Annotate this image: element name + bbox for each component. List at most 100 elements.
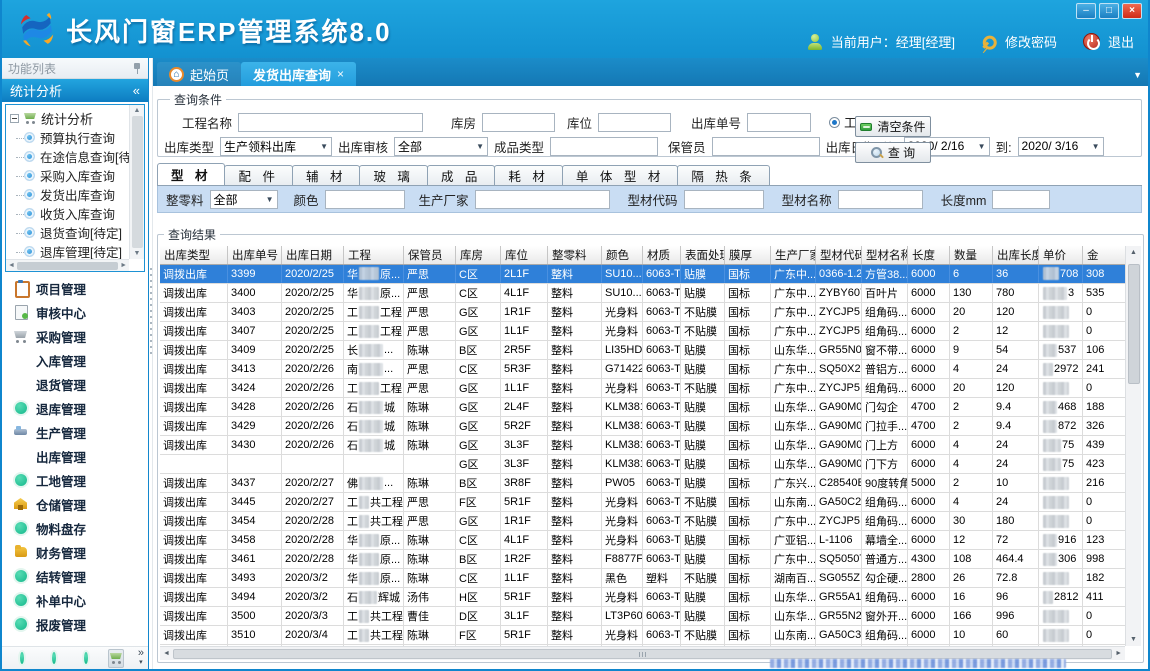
- table-row[interactable]: 调拨出库34452020/2/27工共工程严思F区5R1F整料光身料6063-T…: [160, 493, 1125, 512]
- column-header[interactable]: 库房: [456, 246, 501, 264]
- sidebar-menu-item[interactable]: 审核中心: [2, 300, 148, 324]
- column-header[interactable]: 出库类型: [160, 246, 228, 264]
- outbound-no-input[interactable]: [747, 113, 811, 132]
- table-row[interactable]: 调拨出库34942020/3/2石辉城汤伟H区5R1F整料光身料6063-T5贴…: [160, 588, 1125, 607]
- sidebar-menu-item[interactable]: 项目管理: [2, 276, 148, 300]
- table-row[interactable]: 调拨出库34032020/2/25工工程严思G区1R1F整料光身料6063-T5…: [160, 303, 1125, 322]
- table-row[interactable]: 调拨出库34002020/2/25华原...严思C区4L1F整料SU10...6…: [160, 284, 1125, 303]
- material-tab[interactable]: 成 品: [427, 165, 495, 185]
- table-row[interactable]: 调拨出库34132020/2/26南...严思C区5R3F整料G71422606…: [160, 360, 1125, 379]
- sidebar-menu-item[interactable]: 入库管理: [2, 348, 148, 372]
- logout-link[interactable]: 退出: [1108, 32, 1134, 51]
- sidebar-menu-item[interactable]: 财务管理: [2, 540, 148, 564]
- column-header[interactable]: 工程: [344, 246, 404, 264]
- toolbar-overflow-button[interactable]: » ▾: [138, 649, 144, 667]
- tree-item[interactable]: 发货出库查询: [10, 185, 129, 204]
- column-header[interactable]: 材质: [643, 246, 681, 264]
- tree-root-statistics[interactable]: 统计分析: [10, 108, 129, 128]
- material-tab[interactable]: 耗 材: [494, 165, 562, 185]
- column-header[interactable]: 型材名称: [862, 246, 908, 264]
- results-vertical-scrollbar[interactable]: ▲ ▼: [1125, 246, 1141, 646]
- column-header[interactable]: 库位: [501, 246, 548, 264]
- sidebar-menu-item[interactable]: 仓储管理: [2, 492, 148, 516]
- material-tab[interactable]: 型 材: [157, 163, 225, 185]
- outbound-audit-select[interactable]: 全部 ▼: [394, 137, 488, 156]
- table-row[interactable]: 调拨出库34542020/2/28工共工程严思G区1R1F整料光身料6063-T…: [160, 512, 1125, 531]
- scroll-down-arrow[interactable]: ▼: [134, 250, 141, 257]
- scrollbar-thumb[interactable]: [132, 116, 143, 248]
- tree-item[interactable]: 退库管理[待定]: [10, 242, 129, 259]
- table-row[interactable]: 调拨出库34292020/2/26石城陈琳G区5R2F整料KLM38176063…: [160, 417, 1125, 436]
- dot-icon[interactable]: [84, 652, 88, 664]
- pin-icon[interactable]: [132, 62, 142, 74]
- column-header[interactable]: 膜厚: [725, 246, 771, 264]
- tree-horizontal-scrollbar[interactable]: ◄ ►: [6, 259, 129, 271]
- material-tab[interactable]: 辅 材: [292, 165, 360, 185]
- color-input[interactable]: [325, 190, 405, 209]
- tab-outbound-query[interactable]: 发货出库查询 ×: [241, 62, 356, 86]
- sidebar-menu-item[interactable]: 退库管理: [2, 396, 148, 420]
- tab-home[interactable]: ⌂ 起始页: [157, 62, 241, 86]
- length-mm-input[interactable]: [992, 190, 1050, 209]
- table-row[interactable]: 调拨出库35102020/3/4工共工程陈琳F区5R1F整料光身料6063-T5…: [160, 626, 1125, 645]
- scroll-right-arrow[interactable]: ►: [1115, 650, 1122, 657]
- table-row[interactable]: 调拨出库34092020/2/25长...陈琳B区2R5F整料LI35HD606…: [160, 341, 1125, 360]
- sidebar-menu-item[interactable]: 报废管理: [2, 612, 148, 636]
- scroll-left-arrow[interactable]: ◄: [163, 650, 170, 657]
- warehouse-input[interactable]: [482, 113, 555, 132]
- sidebar-menu-item[interactable]: 补单中心: [2, 588, 148, 612]
- tree-item[interactable]: 在途信息查询[待: [10, 147, 129, 166]
- sidebar-menu-item[interactable]: 工地管理: [2, 468, 148, 492]
- column-header[interactable]: 金: [1083, 246, 1125, 264]
- date-to-picker[interactable]: 2020/ 3/16 ▼: [1018, 137, 1104, 156]
- sidebar-section-header[interactable]: 统计分析 «: [2, 79, 148, 102]
- column-header[interactable]: 整零料: [548, 246, 602, 264]
- table-row[interactable]: 调拨出库34242020/2/26工工程严思G区1L1F整料光身料6063-T5…: [160, 379, 1125, 398]
- material-tab[interactable]: 单 体 型 材: [562, 165, 678, 185]
- minimize-button[interactable]: –: [1076, 3, 1096, 19]
- tree-item[interactable]: 退货查询[待定]: [10, 223, 129, 242]
- material-tab[interactable]: 隔 热 条: [677, 165, 769, 185]
- tab-close-icon[interactable]: ×: [337, 67, 344, 81]
- material-tab[interactable]: 玻 璃: [359, 165, 427, 185]
- column-header[interactable]: 出库单号: [228, 246, 282, 264]
- sidebar-menu-item[interactable]: 退货管理: [2, 372, 148, 396]
- table-row[interactable]: 调拨出库34932020/3/2华原...陈琳C区1L1F整料黑色塑料不贴膜国标…: [160, 569, 1125, 588]
- table-row[interactable]: 调拨出库34072020/2/25工工程严思G区1L1F整料光身料6063-T5…: [160, 322, 1125, 341]
- maximize-button[interactable]: □: [1099, 3, 1119, 19]
- tree-expander-icon[interactable]: [10, 114, 19, 123]
- close-button[interactable]: ×: [1122, 3, 1142, 19]
- whole-part-select[interactable]: 全部 ▼: [210, 190, 278, 209]
- manufacturer-input[interactable]: [475, 190, 610, 209]
- sidebar-menu-item[interactable]: 出库管理: [2, 444, 148, 468]
- clear-conditions-button[interactable]: 清空条件: [855, 116, 931, 137]
- product-type-input[interactable]: [550, 137, 658, 156]
- sidebar-menu-item[interactable]: 生产管理: [2, 420, 148, 444]
- tree-item[interactable]: 预算执行查询: [10, 128, 129, 147]
- table-row[interactable]: 调拨出库35002020/3/3工共工程曹佳D区3L1F整料LT3P606063…: [160, 607, 1125, 626]
- results-horizontal-scrollbar[interactable]: ◄ ►: [160, 646, 1125, 660]
- profile-name-input[interactable]: [838, 190, 923, 209]
- collapse-icon[interactable]: «: [133, 83, 140, 98]
- sidebar-menu-item[interactable]: 采购管理: [2, 324, 148, 348]
- column-header[interactable]: 长度: [908, 246, 950, 264]
- scroll-up-arrow[interactable]: ▲: [1130, 249, 1137, 256]
- change-password-link[interactable]: 修改密码: [1005, 32, 1057, 51]
- column-header[interactable]: 表面处理: [681, 246, 725, 264]
- keeper-input[interactable]: [712, 137, 820, 156]
- sidebar-menu-item[interactable]: 物料盘存: [2, 516, 148, 540]
- column-header[interactable]: 出库日期: [282, 246, 344, 264]
- column-header[interactable]: 颜色: [602, 246, 643, 264]
- location-input[interactable]: [598, 113, 671, 132]
- cart-toolbar-button[interactable]: [108, 649, 124, 668]
- column-header[interactable]: 生产厂家: [771, 246, 816, 264]
- dot-icon[interactable]: [52, 652, 56, 664]
- material-tab[interactable]: 配 件: [224, 165, 292, 185]
- tree-item[interactable]: 采购入库查询: [10, 166, 129, 185]
- column-header[interactable]: 型材代码: [816, 246, 862, 264]
- outbound-type-select[interactable]: 生产领料出库 ▼: [220, 137, 332, 156]
- scroll-up-arrow[interactable]: ▲: [134, 107, 141, 114]
- column-header[interactable]: 数量: [950, 246, 993, 264]
- scroll-right-arrow[interactable]: ►: [120, 262, 127, 269]
- table-row[interactable]: 调拨出库34612020/2/28华原...陈琳B区1R2F整料F8877FT6…: [160, 550, 1125, 569]
